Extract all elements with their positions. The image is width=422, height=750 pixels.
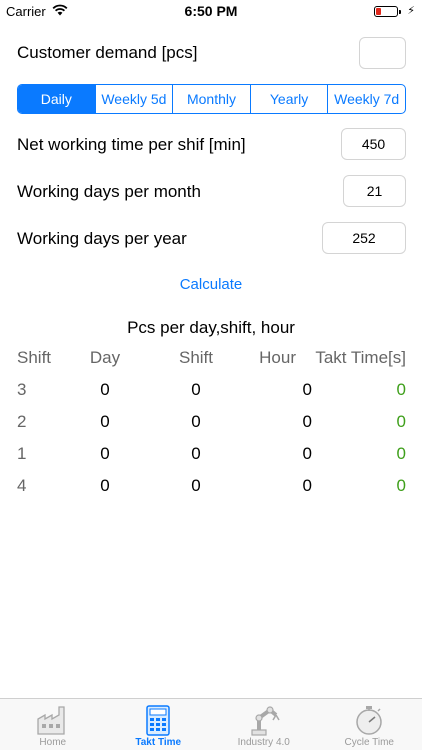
tab-industry-4-0[interactable]: Industry 4.0 [211,699,317,750]
tab-label: Cycle Time [344,737,394,748]
header-shift: Shift [17,348,52,367]
net-working-time-input[interactable]: 450 [341,128,406,160]
table-row: 1 0 0 0 0 [0,444,422,476]
factory-icon [37,706,65,735]
row-day: 0 [100,476,110,495]
row-takt-time: 0 [396,476,406,495]
row-shift: 3 [17,380,27,399]
segment-yearly[interactable]: Yearly [251,85,329,113]
working-days-year-label: Working days per year [17,229,187,248]
charging-icon: ⚡ [407,5,415,17]
status-bar: Carrier 6:50 PM ⚡ [0,0,422,22]
row-shift-count: 0 [191,412,201,431]
row-takt-time: 0 [396,444,406,463]
table-row: 2 0 0 0 0 [0,412,422,444]
results-table: Shift Day Shift Hour Takt Time[s] 3 0 0 … [0,348,422,508]
row-shift: 1 [17,444,27,463]
status-time: 6:50 PM [184,3,238,19]
working-days-month-input[interactable]: 21 [343,175,406,207]
period-segmented-control: Daily Weekly 5d Monthly Yearly Weekly 7d [17,84,406,114]
stopwatch-icon [356,706,382,735]
header-takt-time: Takt Time[s] [315,348,406,367]
table-row: 4 0 0 0 0 [0,476,422,508]
tab-bar: Home Takt Time Industry 4.0 Cycle Time [0,698,422,750]
row-shift-count: 0 [191,380,201,399]
header-shift-count: Shift [178,348,214,367]
tab-label: Home [39,737,67,748]
row-hour: 0 [302,412,312,431]
row-shift: 4 [17,476,27,495]
row-day: 0 [100,444,110,463]
row-takt-time: 0 [396,380,406,399]
customer-demand-label: Customer demand [pcs] [17,43,198,62]
results-title: Pcs per day,shift, hour [127,318,295,337]
row-shift-count: 0 [191,476,201,495]
header-hour: Hour [259,348,296,367]
row-day: 0 [100,412,110,431]
results-header-row: Shift Day Shift Hour Takt Time[s] [0,348,422,380]
segment-daily[interactable]: Daily [18,85,96,113]
working-days-year-input[interactable]: 252 [322,222,406,254]
tab-home[interactable]: Home [0,699,106,750]
tab-label: Industry 4.0 [237,737,290,748]
row-shift-count: 0 [191,444,201,463]
row-takt-time: 0 [396,412,406,431]
battery-icon [374,6,401,17]
row-shift: 2 [17,412,27,431]
customer-demand-input[interactable] [359,37,406,69]
working-days-month-label: Working days per month [17,182,201,201]
header-day: Day [89,348,121,367]
segment-weekly-5d[interactable]: Weekly 5d [96,85,174,113]
tab-label: Takt Time [135,737,182,748]
row-hour: 0 [302,444,312,463]
table-row: 3 0 0 0 0 [0,380,422,412]
robot-arm-icon [251,706,280,736]
segment-monthly[interactable]: Monthly [173,85,251,113]
tab-takt-time[interactable]: Takt Time [106,699,212,750]
net-working-time-label: Net working time per shif [min] [17,135,246,154]
calculator-icon [146,705,170,736]
segment-weekly-7d[interactable]: Weekly 7d [328,85,405,113]
row-hour: 0 [302,476,312,495]
row-hour: 0 [302,380,312,399]
tab-cycle-time[interactable]: Cycle Time [317,699,422,750]
row-day: 0 [100,380,110,399]
calculate-button[interactable]: Calculate [0,276,422,293]
